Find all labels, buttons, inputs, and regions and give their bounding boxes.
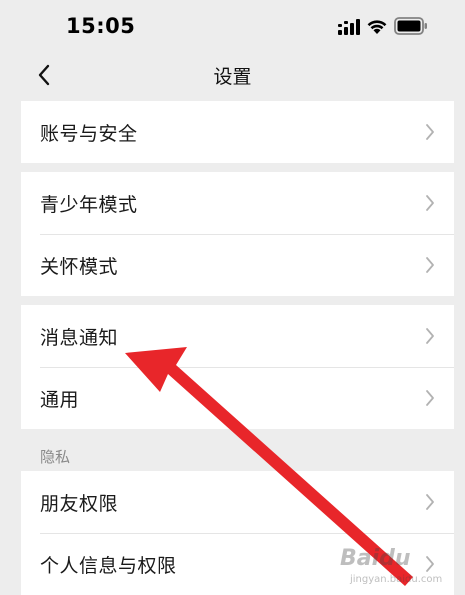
wifi-icon [367, 20, 387, 34]
watermark-logo: Baidu jingyan.baidu.com [340, 540, 462, 592]
nav-bar: 设置 [0, 52, 465, 100]
chevron-right-icon [426, 390, 434, 406]
signal-icon [338, 19, 360, 35]
settings-item-label: 关怀模式 [40, 255, 119, 278]
status-time: 15:05 [66, 14, 136, 38]
settings-item-care-mode[interactable]: 关怀模式 [21, 234, 454, 296]
settings-group-modes: 青少年模式 关怀模式 [21, 172, 454, 296]
chevron-right-icon [426, 328, 434, 344]
settings-item-general[interactable]: 通用 [21, 367, 454, 429]
battery-icon [394, 17, 427, 35]
settings-group-general: 消息通知 通用 [21, 305, 454, 429]
settings-item-account-security[interactable]: 账号与安全 [21, 101, 454, 163]
settings-item-label: 青少年模式 [40, 193, 138, 216]
status-bar: 15:05 [0, 0, 465, 52]
settings-item-label: 朋友权限 [40, 492, 119, 515]
settings-item-notifications[interactable]: 消息通知 [21, 305, 454, 367]
watermark-text: Baidu [340, 546, 411, 571]
settings-item-friend-permissions[interactable]: 朋友权限 [21, 471, 454, 533]
settings-group-account: 账号与安全 [21, 101, 454, 163]
settings-item-label: 通用 [40, 388, 80, 411]
settings-screen: 15:05 设置 账号与安全 青少年模式 关怀模式 消息通知 通用 隐私 朋友权… [0, 0, 465, 595]
chevron-right-icon [426, 257, 434, 273]
watermark-subtext: jingyan.baidu.com [350, 574, 443, 585]
chevron-right-icon [426, 494, 434, 510]
section-header-privacy: 隐私 [40, 448, 71, 466]
page-title: 设置 [213, 66, 252, 88]
settings-item-label: 个人信息与权限 [40, 554, 177, 577]
settings-item-label: 账号与安全 [40, 122, 138, 145]
settings-item-teen-mode[interactable]: 青少年模式 [21, 172, 454, 234]
chevron-right-icon [426, 124, 434, 140]
settings-item-label: 消息通知 [40, 326, 119, 349]
chevron-right-icon [426, 195, 434, 211]
